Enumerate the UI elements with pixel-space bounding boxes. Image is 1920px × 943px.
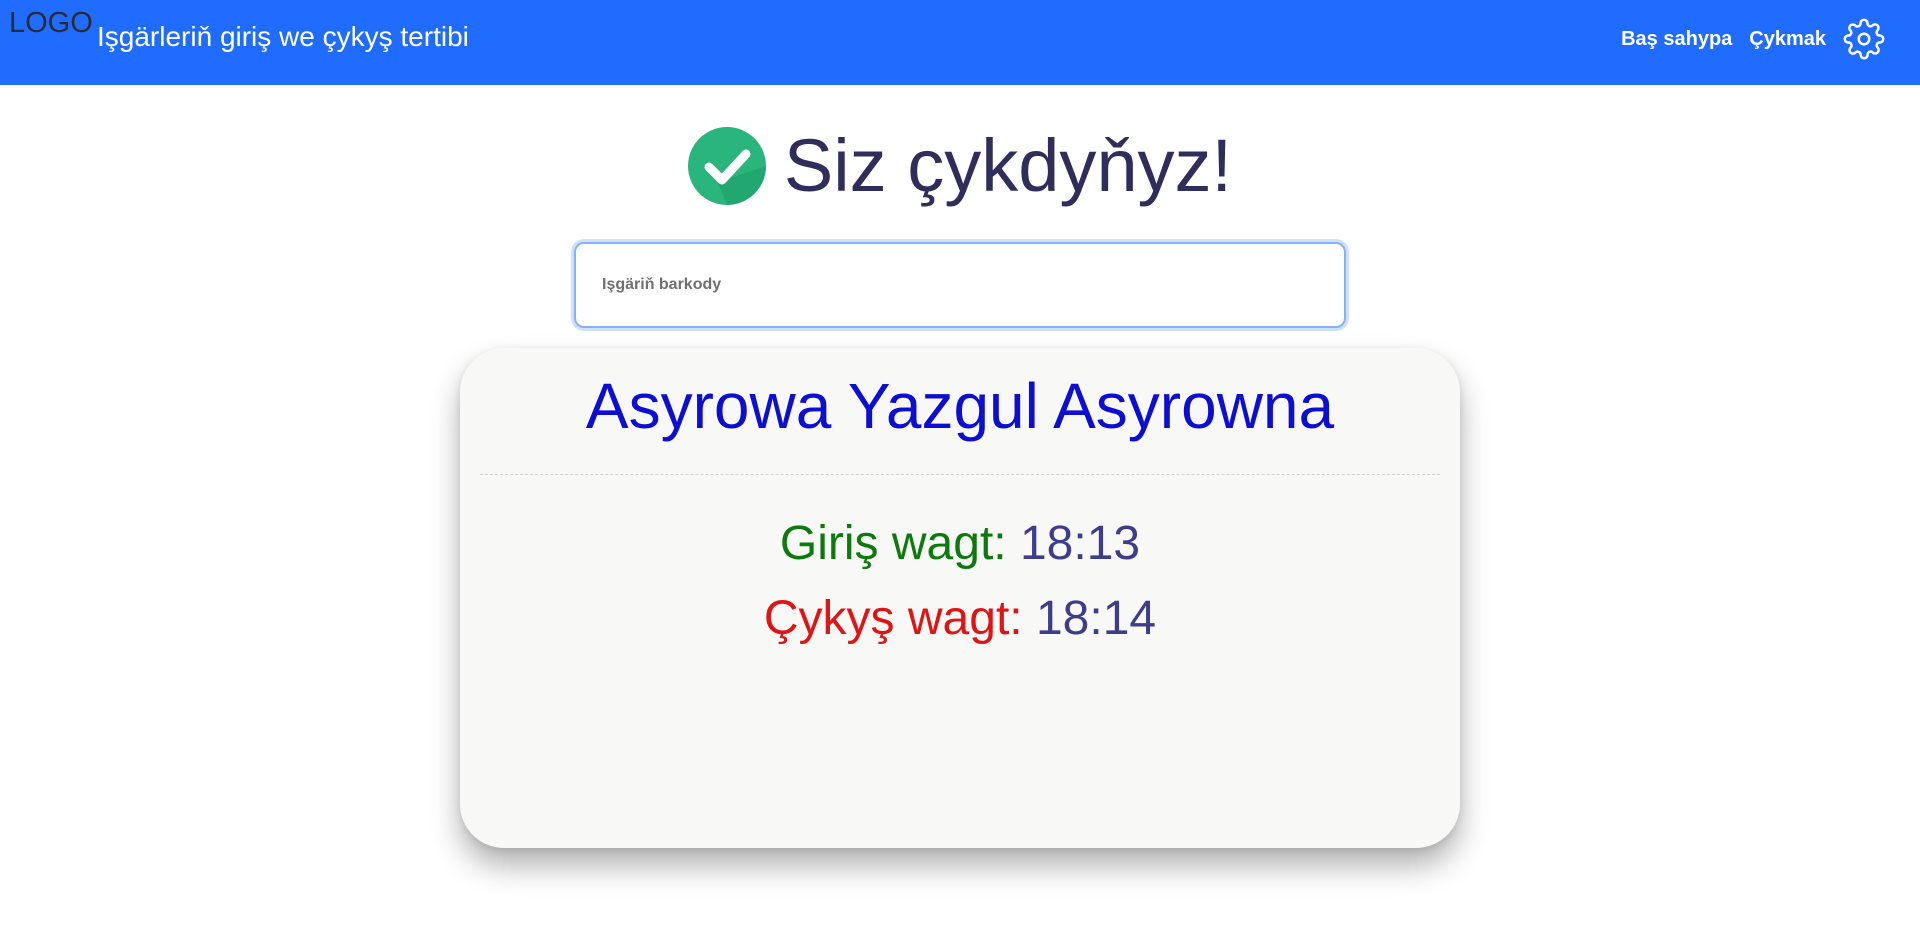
status-heading: Siz çykdyňyz!: [0, 124, 1920, 208]
check-out-time: 18:14: [1035, 592, 1157, 645]
employee-card: Asyrowa Yazgul Asyrowna Giriş wagt: 18:1…: [460, 348, 1460, 848]
top-navbar: LOGO Işgärleriň giriş we çykyş tertibi B…: [0, 0, 1920, 85]
app-title: Işgärleriň giriş we çykyş tertibi: [97, 21, 469, 52]
logout-link[interactable]: Çykmak: [1749, 28, 1826, 51]
check-in-time: 18:13: [1019, 517, 1141, 570]
nav-actions: Baş sahypa Çykmak: [1621, 18, 1885, 60]
check-out-label: Çykyş wagt:: [763, 592, 1023, 645]
employee-name: Asyrowa Yazgul Asyrowna: [585, 370, 1335, 442]
check-in-label: Giriş wagt:: [779, 517, 1007, 570]
logo[interactable]: LOGO: [9, 7, 93, 39]
card-divider: [480, 474, 1440, 475]
gear-icon[interactable]: [1843, 18, 1885, 60]
check-out-row: Çykyş wagt: 18:14: [460, 591, 1460, 647]
check-in-row: Giriş wagt: 18:13: [460, 516, 1460, 572]
status-message: Siz çykdyňyz!: [783, 124, 1233, 207]
home-link[interactable]: Baş sahypa: [1621, 28, 1732, 51]
barcode-field-wrapper: [574, 242, 1346, 328]
check-circle-icon: [687, 127, 766, 205]
barcode-input[interactable]: [576, 244, 1344, 326]
